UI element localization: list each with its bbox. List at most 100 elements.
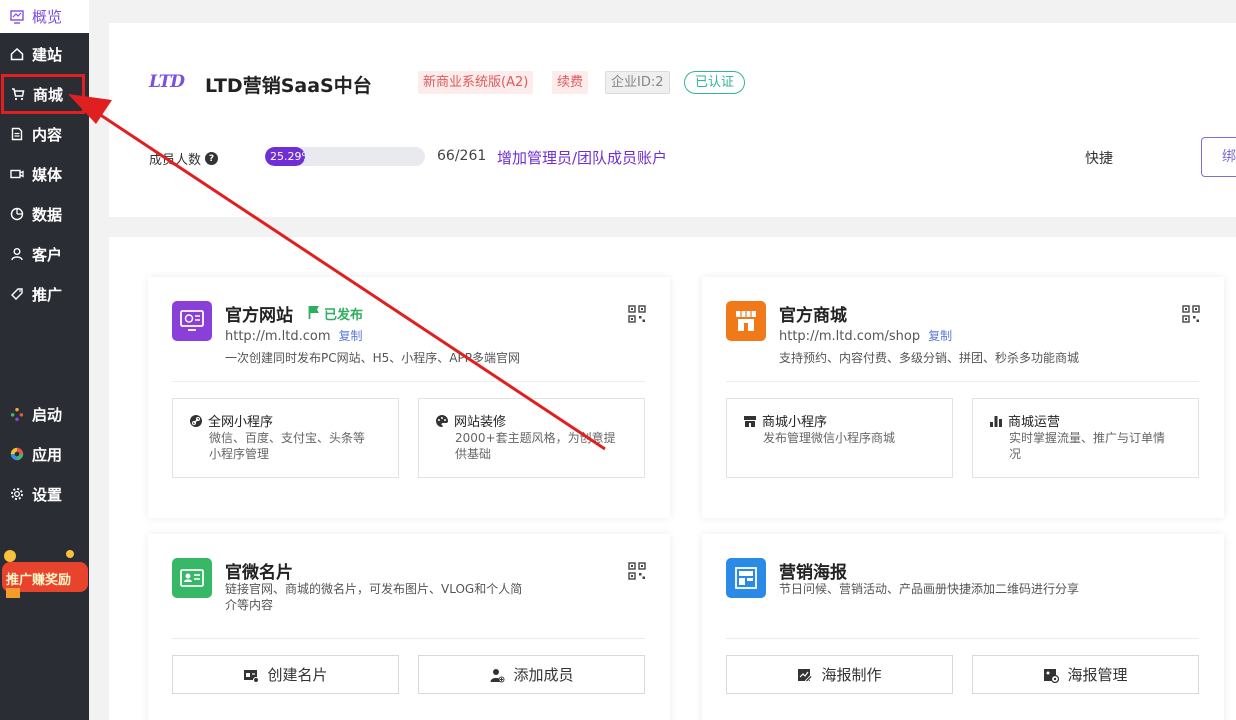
sub-title: 商城小程序 bbox=[743, 411, 827, 430]
copy-link[interactable]: 复制 bbox=[338, 329, 362, 343]
sidebar-item-settings[interactable]: 设置 bbox=[0, 474, 89, 514]
video-icon bbox=[10, 167, 24, 181]
sidebar-item-customer[interactable]: 客户 bbox=[0, 234, 89, 274]
member-count-label: 成员人数 ? bbox=[149, 149, 218, 168]
url-text: http://m.ltd.com bbox=[225, 329, 330, 344]
user-icon bbox=[10, 247, 24, 261]
sub-description: 2000+套主题风格，为创意提供基础 bbox=[455, 430, 621, 462]
create-card-icon bbox=[243, 667, 259, 683]
sidebar-item-launch[interactable]: 启动 bbox=[0, 394, 89, 434]
sub-description: 发布管理微信小程序商城 bbox=[763, 430, 929, 446]
help-icon[interactable]: ? bbox=[205, 152, 218, 165]
promo-reward-text: 推广赚奖励 bbox=[6, 569, 71, 588]
desc-line-1: 链接官网、商城的微名片，可发布图片、VLOG和个人简 bbox=[225, 581, 522, 597]
sub-title: 全网小程序 bbox=[189, 411, 273, 430]
manage-poster-button[interactable]: 海报管理 bbox=[972, 655, 1199, 694]
card-title: 营销海报 bbox=[779, 558, 847, 583]
shop-operation-box[interactable]: 商城运营 实时掌握流量、推广与订单情况 bbox=[972, 398, 1199, 478]
add-user-icon bbox=[489, 667, 505, 683]
shop-icon bbox=[743, 414, 757, 428]
mini-program-box[interactable]: 全网小程序 微信、百度、支付宝、头条等小程序管理 bbox=[172, 398, 399, 478]
sidebar-item-label: 建站 bbox=[32, 44, 62, 65]
card-divider bbox=[172, 381, 645, 382]
card-title: 官方商城 bbox=[779, 301, 847, 326]
quick-label: 快捷 bbox=[1085, 148, 1113, 168]
sidebar-item-promote[interactable]: 推广 bbox=[0, 274, 89, 314]
dots-icon bbox=[10, 407, 24, 421]
create-card-button[interactable]: 创建名片 bbox=[172, 655, 399, 694]
make-poster-button[interactable]: 海报制作 bbox=[726, 655, 953, 694]
dashboard-icon bbox=[10, 10, 24, 24]
shop-mini-program-box[interactable]: 商城小程序 发布管理微信小程序商城 bbox=[726, 398, 953, 478]
business-card-card: 官微名片 链接官网、商城的微名片，可发布图片、VLOG和个人简 介等内容 创建名… bbox=[148, 534, 670, 720]
sidebar-item-label: 启动 bbox=[32, 404, 62, 425]
sidebar-item-data[interactable]: 数据 bbox=[0, 194, 89, 234]
sidebar-item-shop[interactable]: 商城 bbox=[1, 74, 85, 114]
website-url: http://m.ltd.com 复制 bbox=[225, 327, 363, 344]
ltd-logo: LTD bbox=[149, 72, 184, 92]
status-text: 已发布 bbox=[324, 304, 363, 323]
qr-code-icon[interactable] bbox=[628, 305, 646, 323]
poster-settings-icon bbox=[1043, 667, 1059, 683]
id-card-icon bbox=[172, 558, 212, 598]
website-icon bbox=[172, 301, 212, 341]
card-title: 官方网站 bbox=[225, 301, 293, 326]
sidebar-item-overview[interactable]: 概览 bbox=[0, 0, 89, 33]
pie-chart-icon bbox=[10, 207, 24, 221]
member-count-value: 66/261 bbox=[437, 148, 486, 164]
button-label: 海报制作 bbox=[821, 664, 881, 685]
qr-code-icon[interactable] bbox=[1182, 305, 1200, 323]
button-label: 创建名片 bbox=[267, 664, 327, 685]
sidebar-item-build[interactable]: 建站 bbox=[0, 34, 89, 74]
palette-icon bbox=[435, 414, 449, 428]
bind-button[interactable]: 绑 bbox=[1201, 137, 1236, 177]
tag-icon bbox=[10, 287, 24, 301]
renew-tag[interactable]: 续费 bbox=[552, 71, 588, 94]
member-progress-bar: 25.29% bbox=[265, 147, 425, 166]
sidebar-item-content[interactable]: 内容 bbox=[0, 114, 89, 154]
enterprise-id-tag: 企业ID:2 bbox=[605, 71, 670, 94]
sidebar-item-label: 设置 bbox=[32, 484, 62, 505]
sidebar-item-label: 数据 bbox=[32, 204, 62, 225]
verified-badge: 已认证 bbox=[684, 71, 745, 94]
sub-title-text: 商城小程序 bbox=[762, 411, 827, 430]
sidebar-item-label: 媒体 bbox=[32, 164, 62, 185]
promo-reward-badge[interactable]: 推广赚奖励 bbox=[0, 548, 89, 600]
sidebar-item-label: 商城 bbox=[33, 84, 63, 105]
poster-icon bbox=[726, 558, 766, 598]
edit-poster-icon bbox=[797, 667, 813, 683]
sub-title-text: 网站装修 bbox=[454, 411, 506, 430]
card-description: 支持预约、内容付费、多级分销、拼团、秒杀多功能商城 bbox=[779, 350, 1079, 366]
sidebar: 概览 建站 商城 内容 媒体 数据 客户 推广 启动 应用 设置 bbox=[0, 0, 89, 720]
qr-code-icon[interactable] bbox=[628, 562, 646, 580]
cart-icon bbox=[11, 87, 25, 101]
copy-link[interactable]: 复制 bbox=[928, 329, 952, 343]
site-decoration-box[interactable]: 网站装修 2000+套主题风格，为创意提供基础 bbox=[418, 398, 645, 478]
button-label: 海报管理 bbox=[1067, 664, 1127, 685]
sidebar-item-apps[interactable]: 应用 bbox=[0, 434, 89, 474]
edition-tag[interactable]: 新商业系统版(A2) bbox=[418, 71, 533, 94]
home-icon bbox=[10, 47, 24, 61]
desc-line-2: 介等内容 bbox=[225, 597, 522, 613]
sub-title: 商城运营 bbox=[989, 411, 1060, 430]
card-description: 节日问候、营销活动、产品画册快捷添加二维码进行分享 bbox=[779, 581, 1079, 597]
card-description: 链接官网、商城的微名片，可发布图片、VLOG和个人简 介等内容 bbox=[225, 581, 522, 613]
card-divider bbox=[726, 381, 1199, 382]
website-card: 官方网站 已发布 http://m.ltd.com复制 一次创建同时发布PC网站… bbox=[148, 277, 670, 518]
sub-title-text: 商城运营 bbox=[1008, 411, 1060, 430]
member-label-text: 成员人数 bbox=[149, 149, 201, 168]
account-header-panel: LTD LTD营销SaaS中台 新商业系统版(A2) 续费 企业ID:2 已认证… bbox=[109, 23, 1236, 217]
apps-icon bbox=[10, 447, 24, 461]
card-divider bbox=[172, 638, 645, 639]
sidebar-item-media[interactable]: 媒体 bbox=[0, 154, 89, 194]
url-text: http://m.ltd.com/shop bbox=[779, 329, 920, 344]
sub-description: 实时掌握流量、推广与订单情况 bbox=[1009, 430, 1175, 462]
gear-icon bbox=[10, 487, 24, 501]
main-content-panel: 官方网站 已发布 http://m.ltd.com复制 一次创建同时发布PC网站… bbox=[109, 237, 1236, 720]
published-status: 已发布 bbox=[308, 304, 363, 323]
add-member-button[interactable]: 添加成员 bbox=[418, 655, 645, 694]
poster-card: 营销海报 节日问候、营销活动、产品画册快捷添加二维码进行分享 海报制作 海报管理 bbox=[702, 534, 1224, 720]
sidebar-item-label: 应用 bbox=[32, 444, 62, 465]
shop-url: http://m.ltd.com/shop 复制 bbox=[779, 327, 952, 344]
add-members-link[interactable]: 增加管理员/团队成员账户 bbox=[497, 147, 667, 168]
